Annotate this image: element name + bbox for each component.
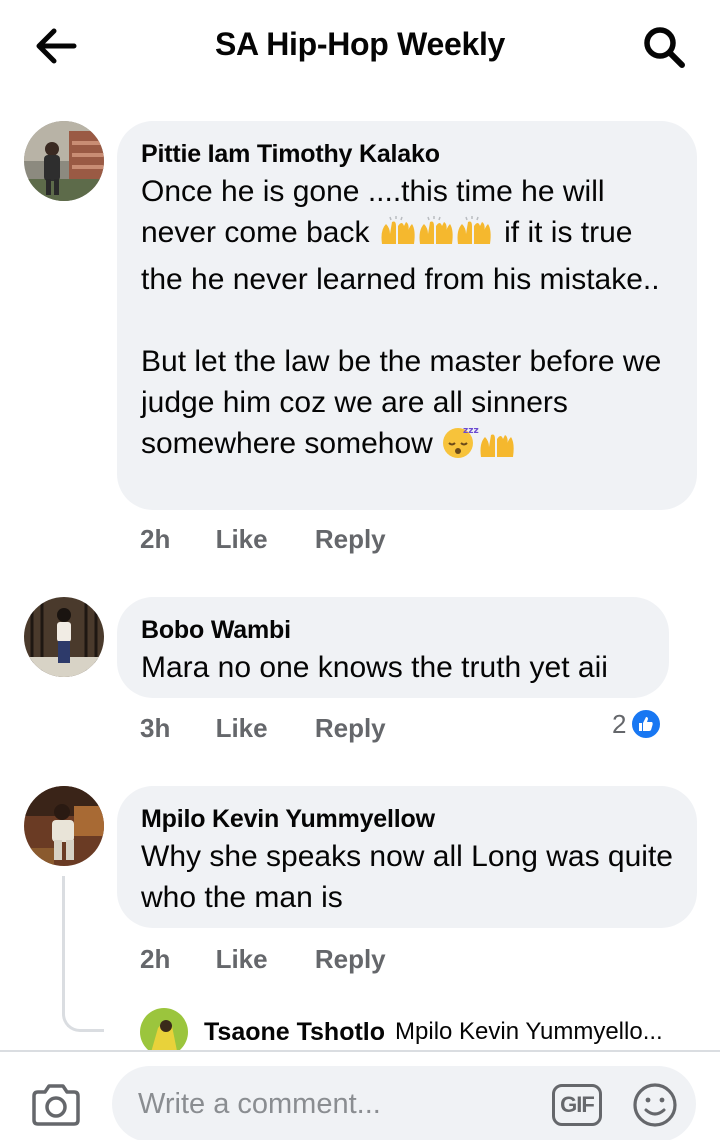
camera-icon (32, 1084, 80, 1126)
comment-text-part: But let the law be the master before we … (141, 345, 662, 460)
profile-photo (24, 121, 104, 201)
reaction-summary[interactable]: 2 (612, 708, 663, 740)
comment-time[interactable]: 2h (140, 944, 170, 975)
profile-photo (24, 786, 104, 866)
like-button[interactable]: Like (216, 524, 268, 555)
comment-text: Mara no one knows the truth yet aii (141, 651, 608, 684)
reply-snippet: Mpilo Kevin Yummyello... (395, 1018, 663, 1045)
profile-photo (24, 597, 104, 677)
gif-button[interactable]: GIF (552, 1084, 602, 1126)
search-button[interactable] (636, 22, 692, 72)
reaction-count: 2 (612, 708, 627, 739)
comment-composer: GIF (0, 1050, 720, 1140)
comment-input[interactable] (112, 1066, 696, 1140)
sleeping-face-emoji-icon: zzz (441, 425, 517, 470)
reply-button[interactable]: Reply (315, 713, 386, 744)
comment-author[interactable]: Bobo Wambi (141, 613, 645, 647)
comment-actions: 2h Like Reply (140, 944, 386, 975)
page-title: SA Hip-Hop Weekly (214, 26, 506, 62)
reply-button[interactable]: Reply (315, 524, 386, 555)
avatar[interactable] (24, 597, 104, 677)
like-button[interactable]: Like (216, 713, 268, 744)
comment-bubble[interactable]: Bobo Wambi Mara no one knows the truth y… (117, 597, 669, 698)
svg-text:zzz: zzz (463, 426, 479, 436)
comment-text: Why she speaks now all Long was quite wh… (141, 840, 673, 914)
comment-author[interactable]: Pittie Iam Timothy Kalako (141, 137, 673, 171)
avatar[interactable] (24, 121, 104, 201)
smiley-icon (633, 1083, 677, 1127)
thumbs-up-icon (630, 708, 663, 740)
camera-button[interactable] (30, 1082, 82, 1128)
search-icon (644, 27, 685, 68)
avatar[interactable] (140, 1008, 188, 1056)
comment-author[interactable]: Mpilo Kevin Yummyellow (141, 802, 673, 836)
comment-actions: 3h Like Reply (140, 713, 386, 744)
like-button[interactable]: Like (216, 944, 268, 975)
avatar[interactable] (24, 786, 104, 866)
top-app-bar: SA Hip-Hop Weekly (0, 0, 720, 96)
reply-author[interactable]: Tsaone Tshotlo (204, 1018, 385, 1047)
comment-bubble[interactable]: Mpilo Kevin Yummyellow Why she speaks no… (117, 786, 697, 928)
raising-hands-emoji-icon (378, 214, 496, 259)
profile-photo (140, 1008, 188, 1056)
comment-bubble[interactable]: Pittie Iam Timothy Kalako Once he is gon… (117, 121, 697, 510)
reply-preview[interactable]: Tsaone Tshotlo Mpilo Kevin Yummyello... (140, 1008, 663, 1056)
comment-text: Once he is gone ....this time he will ne… (141, 171, 673, 470)
emoji-button[interactable] (632, 1082, 678, 1128)
comment-time[interactable]: 3h (140, 713, 170, 744)
comment-time[interactable]: 2h (140, 524, 170, 555)
reply-button[interactable]: Reply (315, 944, 386, 975)
comment-actions: 2h Like Reply (140, 524, 386, 555)
thread-connector (62, 876, 104, 1032)
